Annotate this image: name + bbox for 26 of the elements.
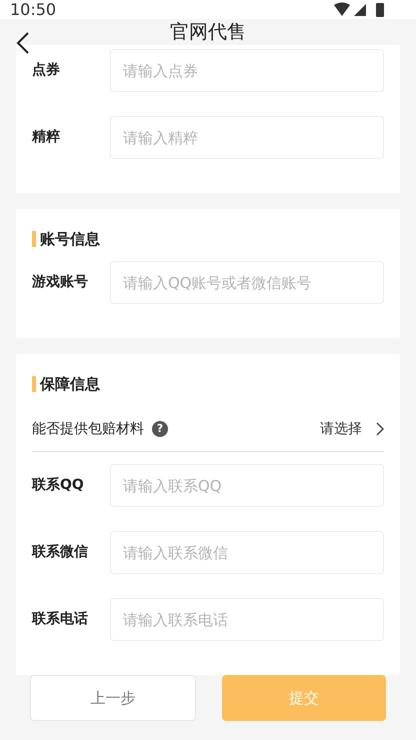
help-icon[interactable]: ? [152,420,168,436]
select-row[interactable]: 能否提供包赔材料 ? 请选择 [32,406,384,452]
field-label: 精粹 [32,128,61,146]
select-value: 请选择 [320,420,362,438]
chevron-right-icon [376,422,384,436]
input-field[interactable]: 请输入联系微信 [110,531,384,574]
input-field[interactable]: 请输入联系QQ [110,464,384,507]
field-label: 游戏账号 [32,273,89,291]
field-label: 联系微信 [32,543,89,561]
back-icon[interactable] [16,32,30,54]
status-icons [334,2,386,18]
input-field[interactable]: 请输入点券 [110,49,384,92]
section-marker [32,376,36,392]
input-field[interactable]: 请输入QQ账号或者微信账号 [110,261,384,304]
field-label: 联系电话 [32,610,89,628]
section-title: 保障信息 [40,374,100,394]
status-time: 10:50 [10,0,56,19]
field-label: 能否提供包赔材料 [32,420,144,438]
field-label: 联系QQ [32,476,85,494]
field-label: 点券 [32,61,61,79]
input-field[interactable]: 请输入联系电话 [110,598,384,641]
page-title: 官网代售 [170,20,246,45]
previous-button[interactable]: 上一步 [30,675,196,721]
input-field[interactable]: 请输入精粹 [110,116,384,159]
section-title: 账号信息 [40,230,100,248]
section-marker [32,231,36,247]
